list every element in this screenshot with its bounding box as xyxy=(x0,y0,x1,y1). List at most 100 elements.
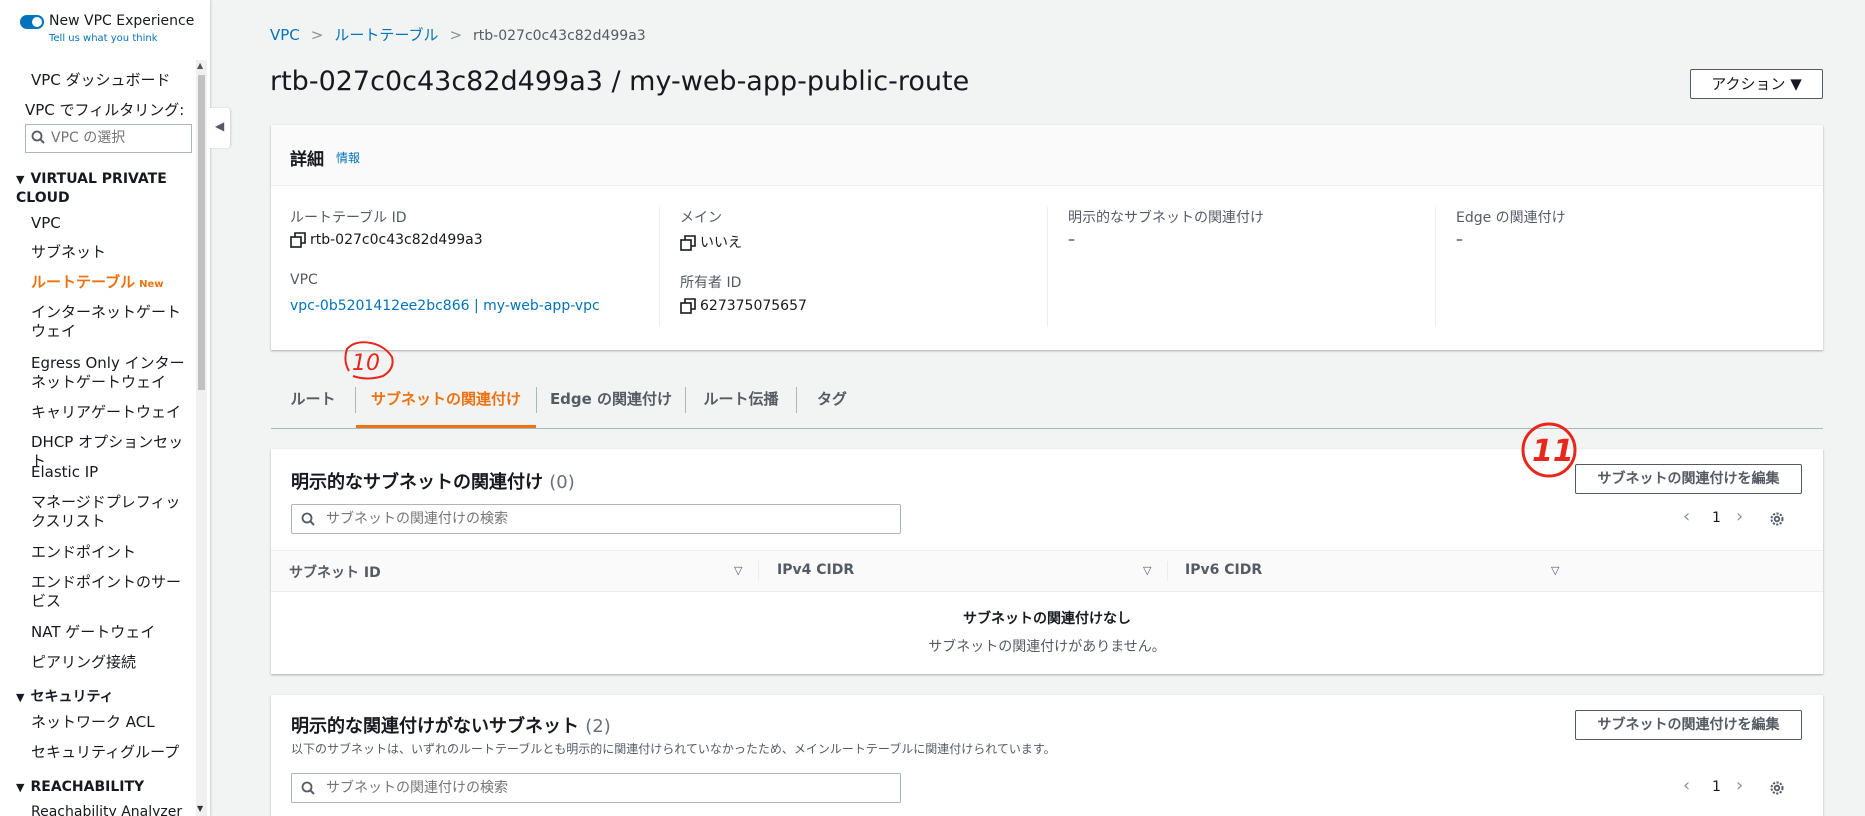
sidebar-scrollbar-thumb[interactable] xyxy=(198,75,205,390)
sidebar-item-network-acl[interactable]: ネットワーク ACL xyxy=(31,713,191,732)
unassociated-subnets-description: 以下のサブネットは、いずれのルートテーブルとも明示的に関連付けられていなかったた… xyxy=(291,742,1056,756)
vpc-link[interactable]: vpc-0b5201412ee2bc866 | my-web-app-vpc xyxy=(290,298,600,314)
empty-state-description: サブネットの関連付けがありません。 xyxy=(928,639,1166,655)
unassociated-subnet-search-input[interactable] xyxy=(326,778,886,798)
tab-tags[interactable]: タグ xyxy=(797,380,867,428)
sidebar-item-route-tables-label: ルートテーブル xyxy=(31,273,136,291)
breadcrumb-current: rtb-027c0c43c82d499a3 xyxy=(473,28,646,44)
sort-icon[interactable]: ▽ xyxy=(734,564,742,577)
unassociated-subnets-title: 明示的な関連付けがないサブネット (2) xyxy=(291,712,611,738)
explicit-assoc-value: – xyxy=(1068,232,1075,248)
chevron-left-icon: ◀ xyxy=(215,119,225,133)
info-link[interactable]: 情報 xyxy=(336,149,360,166)
search-icon xyxy=(31,130,45,144)
sidebar-item-dashboard[interactable]: VPC ダッシュボード xyxy=(31,71,191,90)
sidebar-item-nat-gateways[interactable]: NAT ゲートウェイ xyxy=(31,623,191,642)
scroll-down-icon[interactable]: ▼ xyxy=(197,804,203,813)
sidebar-item-egress-only-gateways[interactable]: Egress Only インターネットゲートウェイ xyxy=(31,354,191,392)
annotation-marker-11: 11 xyxy=(1521,422,1577,478)
column-subnet-id[interactable]: サブネット ID xyxy=(289,562,381,582)
page-next-icon[interactable]: › xyxy=(1736,776,1743,796)
section-header-vpc[interactable]: ▼ VIRTUAL PRIVATE CLOUD xyxy=(16,170,191,208)
sort-icon[interactable]: ▽ xyxy=(1551,564,1559,577)
feedback-link[interactable]: Tell us what you think xyxy=(49,33,158,44)
section-header-security[interactable]: ▼ セキュリティ xyxy=(16,688,114,707)
sidebar-item-endpoints[interactable]: エンドポイント xyxy=(31,543,191,562)
breadcrumb-vpc[interactable]: VPC xyxy=(270,26,300,44)
annotation-label-10: 10 xyxy=(352,351,380,376)
tab-bar: ルート サブネットの関連付け Edge の関連付け ルート伝播 タグ xyxy=(271,380,1823,429)
sidebar-item-elastic-ip[interactable]: Elastic IP xyxy=(31,463,191,482)
sidebar-item-peering-connections[interactable]: ピアリング接続 xyxy=(31,653,191,672)
sidebar-item-subnets[interactable]: サブネット xyxy=(31,243,191,262)
sidebar-item-vpc[interactable]: VPC xyxy=(31,214,191,233)
tab-route-propagation[interactable]: ルート伝播 xyxy=(686,380,796,428)
tab-edge-associations[interactable]: Edge の関連付け xyxy=(537,380,685,428)
column-ipv6-cidr[interactable]: IPv6 CIDR xyxy=(1185,562,1262,578)
details-column-1: ルートテーブル ID rtb-027c0c43c82d499a3 VPC vpc… xyxy=(290,207,660,327)
chevron-right-icon: > xyxy=(449,26,463,44)
unassociated-subnet-search[interactable] xyxy=(291,773,901,803)
details-heading: 詳細 xyxy=(290,150,324,170)
scroll-up-icon[interactable]: ▲ xyxy=(197,61,203,70)
edit-subnet-associations-button[interactable]: サブネットの関連付けを編集 xyxy=(1575,464,1802,494)
copy-icon[interactable] xyxy=(290,232,306,248)
sidebar-item-security-groups[interactable]: セキュリティグループ xyxy=(31,743,191,762)
breadcrumb-route-tables[interactable]: ルートテーブル xyxy=(334,26,438,44)
sidebar-item-route-tables[interactable]: ルートテーブル New xyxy=(31,273,191,294)
sidebar-item-internet-gateways[interactable]: インターネットゲートウェイ xyxy=(31,303,191,341)
details-panel: 詳細 情報 ルートテーブル ID rtb-027c0c43c82d499a3 V… xyxy=(271,125,1823,350)
column-divider xyxy=(758,561,759,581)
route-table-id-value: rtb-027c0c43c82d499a3 xyxy=(290,232,483,248)
search-icon xyxy=(301,512,315,526)
sort-icon[interactable]: ▽ xyxy=(1143,564,1151,577)
column-divider xyxy=(1167,561,1168,581)
explicit-associations-count: (0) xyxy=(549,472,575,493)
page-prev-icon[interactable]: ‹ xyxy=(1683,507,1690,527)
sidebar-item-reachability-analyzer[interactable]: Reachability Analyzer xyxy=(31,803,191,816)
edit-subnet-associations-button-2[interactable]: サブネットの関連付けを編集 xyxy=(1575,710,1802,740)
column-ipv4-cidr[interactable]: IPv4 CIDR xyxy=(777,562,854,578)
copy-icon[interactable] xyxy=(680,235,696,251)
sidebar-item-endpoint-services[interactable]: エンドポイントのサービス xyxy=(31,573,191,611)
unassociated-subnets-count: (2) xyxy=(585,716,611,737)
page-number[interactable]: 1 xyxy=(1712,779,1721,795)
page-next-icon[interactable]: › xyxy=(1736,507,1743,527)
vpc-filter-select[interactable] xyxy=(25,124,192,153)
empty-state-title: サブネットの関連付けなし xyxy=(963,611,1131,627)
sidebar-item-managed-prefix-lists[interactable]: マネージドプレフィックスリスト xyxy=(31,493,191,531)
subnet-association-search-input[interactable] xyxy=(326,509,886,529)
new-experience-toggle[interactable] xyxy=(20,15,44,29)
explicit-associations-title-text: 明示的なサブネットの関連付け xyxy=(291,472,543,493)
details-column-2: メイン いいえ 所有者 ID 627375075657 xyxy=(659,207,1048,327)
details-column-3: 明示的なサブネットの関連付け – xyxy=(1047,207,1436,327)
main-value-text: いいえ xyxy=(700,235,742,251)
caret-down-icon: ▼ xyxy=(16,173,25,186)
settings-gear-icon[interactable] xyxy=(1768,510,1786,528)
vpc-filter-label: VPC でフィルタリング: xyxy=(25,101,185,119)
page-prev-icon[interactable]: ‹ xyxy=(1683,776,1690,796)
caret-down-icon: ▼ xyxy=(16,691,25,704)
actions-dropdown-button[interactable]: アクション ▼ xyxy=(1690,69,1823,99)
breadcrumb: VPC > ルートテーブル > rtb-027c0c43c82d499a3 xyxy=(270,24,646,45)
vpc-filter-input[interactable] xyxy=(51,128,181,148)
collapse-sidebar-button[interactable]: ◀ xyxy=(210,108,230,148)
edge-assoc-value: – xyxy=(1456,232,1463,248)
copy-icon[interactable] xyxy=(680,298,696,314)
subnet-association-search[interactable] xyxy=(291,504,901,534)
page-number[interactable]: 1 xyxy=(1712,510,1721,526)
section-header-reachability[interactable]: ▼ REACHABILITY xyxy=(16,778,144,797)
section-header-vpc-label: VIRTUAL PRIVATE CLOUD xyxy=(16,171,167,206)
details-column-4: Edge の関連付け – xyxy=(1435,207,1806,327)
route-table-id-label: ルートテーブル ID xyxy=(290,210,407,226)
owner-id-text: 627375075657 xyxy=(700,298,807,314)
main-label: メイン xyxy=(680,210,722,226)
sidebar: New VPC Experience Tell us what you thin… xyxy=(0,0,210,816)
explicit-associations-title: 明示的なサブネットの関連付け (0) xyxy=(291,468,575,494)
vpc-label: VPC xyxy=(290,272,318,288)
annotation-label-11: 11 xyxy=(1532,434,1574,469)
settings-gear-icon[interactable] xyxy=(1768,779,1786,797)
explicit-assoc-label: 明示的なサブネットの関連付け xyxy=(1068,210,1264,226)
caret-down-icon: ▼ xyxy=(16,781,25,794)
sidebar-item-carrier-gateways[interactable]: キャリアゲートウェイ xyxy=(31,403,191,422)
